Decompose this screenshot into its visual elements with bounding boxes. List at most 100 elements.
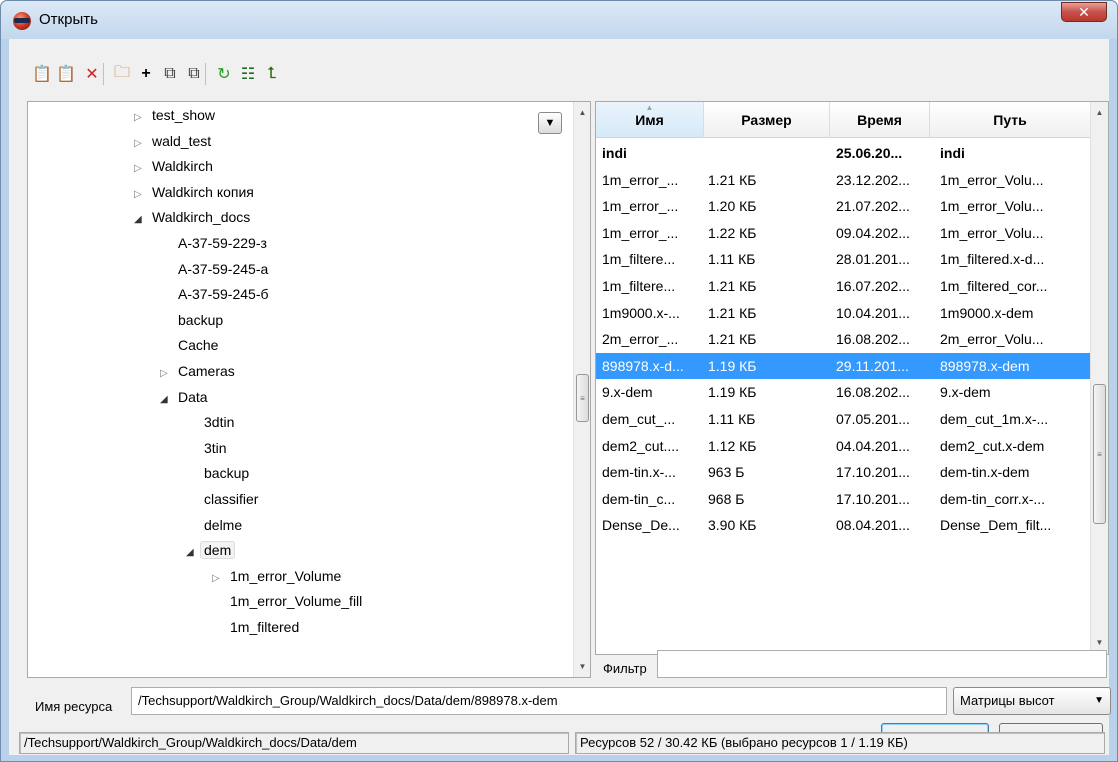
collapsed-arrow-icon[interactable]: ▷ bbox=[134, 107, 148, 129]
collapsed-arrow-icon[interactable]: ▷ bbox=[212, 568, 226, 590]
tree-item[interactable]: 1m_error_Volume_fill bbox=[212, 590, 366, 612]
table-row[interactable]: dem-tin.x-... 963 Б 17.10.201... dem-tin.x-… bbox=[596, 459, 1090, 485]
tree-item[interactable]: 3tin bbox=[186, 437, 231, 459]
scroll-up-icon[interactable]: ▲ bbox=[1091, 104, 1108, 121]
up-folder-button[interactable]: ⮤ bbox=[261, 63, 283, 85]
cell-time: 16.08.202... bbox=[836, 331, 910, 348]
copy-path-button[interactable]: ⧉ bbox=[183, 63, 205, 85]
new-folder-button[interactable]: 🗀 bbox=[111, 63, 133, 85]
table-row[interactable]: 1m_filtere... 1.21 КБ 16.07.202... 1m_filte… bbox=[596, 273, 1090, 299]
table-row[interactable]: 1m_filtere... 1.11 КБ 28.01.201... 1m_filte… bbox=[596, 246, 1090, 272]
table-row[interactable]: indi 25.06.20... indi bbox=[596, 140, 1090, 166]
scroll-down-icon[interactable]: ▼ bbox=[574, 658, 590, 675]
tree-item[interactable]: ◢ Waldkirch_docs bbox=[134, 206, 254, 228]
tree-item[interactable]: classifier bbox=[186, 488, 262, 510]
cell-name: dem2_cut.... bbox=[602, 437, 680, 454]
table-row[interactable]: Dense_De... 3.90 КБ 08.04.201... Dense_Dem_… bbox=[596, 512, 1090, 538]
table-row[interactable]: dem-tin_c... 968 Б 17.10.201... dem-tin_cor… bbox=[596, 486, 1090, 512]
tree-item[interactable]: backup bbox=[160, 309, 227, 331]
cell-size: 963 Б bbox=[708, 464, 745, 481]
tree-scrollbar[interactable]: ▲ ≡ ▼ bbox=[573, 102, 590, 677]
table-scrollbar[interactable]: ▲ ≡ ▼ bbox=[1090, 102, 1108, 654]
collapsed-arrow-icon[interactable]: ▷ bbox=[134, 184, 148, 206]
paste-special-button[interactable]: 📋 bbox=[55, 63, 77, 85]
close-button[interactable]: ✕ bbox=[1061, 2, 1107, 22]
cell-size: 1.21 КБ bbox=[708, 304, 757, 321]
collapsed-arrow-icon[interactable]: ▷ bbox=[134, 133, 148, 155]
status-bar: /Techsupport/Waldkirch_Group/Waldkirch_d… bbox=[9, 728, 1109, 756]
delete-button[interactable]: ✕ bbox=[81, 63, 103, 85]
tree-item[interactable]: Cache bbox=[160, 334, 222, 356]
cell-time: 10.04.201... bbox=[836, 304, 910, 321]
cell-time: 08.04.201... bbox=[836, 517, 910, 534]
tree-scroll-thumb[interactable]: ≡ bbox=[576, 374, 589, 422]
paste-button[interactable]: 📋 bbox=[31, 63, 53, 85]
cell-size: 1.22 КБ bbox=[708, 224, 757, 241]
cell-size: 968 Б bbox=[708, 490, 745, 507]
up-folder-icon: ⮤ bbox=[267, 65, 277, 82]
copy-button[interactable]: ⧉ bbox=[159, 63, 181, 85]
tree-item-label: backup bbox=[204, 465, 250, 482]
tree-item[interactable]: 3dtin bbox=[186, 411, 238, 433]
table-row[interactable]: 1m_error_... 1.22 КБ 09.04.202... 1m_error_… bbox=[596, 220, 1090, 246]
expanded-arrow-icon[interactable]: ◢ bbox=[160, 389, 174, 411]
cell-name: Dense_De... bbox=[602, 517, 680, 534]
column-header-path[interactable]: Путь bbox=[930, 102, 1090, 138]
tree-item-label: Cameras bbox=[178, 363, 235, 379]
tree-item-label: Waldkirch_docs bbox=[152, 209, 251, 226]
tree-item[interactable]: A-37-59-245-а bbox=[160, 258, 272, 280]
column-header-size[interactable]: Размер bbox=[704, 102, 830, 138]
tree-item[interactable]: ◢ Data bbox=[160, 386, 212, 408]
tree-item[interactable]: ▷ Waldkirch копия bbox=[134, 181, 258, 203]
folder-tree[interactable]: ▷ test_show ▷ wald_test ▷ Waldkirch ▷ Waldkirch… bbox=[27, 101, 591, 678]
cell-name: dem-tin.x-... bbox=[602, 464, 676, 481]
tree-item[interactable]: A-37-59-229-з bbox=[160, 232, 271, 254]
cell-path: 1m_error_Volu... bbox=[940, 224, 1044, 241]
tree-item[interactable]: A-37-59-245-б bbox=[160, 283, 273, 305]
table-scroll-thumb[interactable]: ≡ bbox=[1093, 384, 1106, 524]
tree-item[interactable]: ▷ test_show bbox=[134, 104, 219, 126]
resource-name-input[interactable]: /Techsupport/Waldkirch_Group/Waldkirch_d… bbox=[131, 687, 947, 715]
add-button[interactable]: + bbox=[135, 63, 157, 85]
tree-view-button[interactable]: ☷ bbox=[237, 63, 259, 85]
table-row[interactable]: dem2_cut.... 1.12 КБ 04.04.201... dem2_cut.… bbox=[596, 433, 1090, 459]
column-header-label: Размер bbox=[741, 111, 792, 128]
scroll-up-icon[interactable]: ▲ bbox=[574, 104, 590, 121]
tree-item[interactable]: ▷ Waldkirch bbox=[134, 155, 217, 177]
title-bar[interactable]: Открыть ✕ bbox=[1, 1, 1117, 39]
table-row[interactable]: 2m_error_... 1.21 КБ 16.08.202... 2m_error_… bbox=[596, 326, 1090, 352]
file-table[interactable]: ▲ Имя Размер Время Путь indi 25.06.20... i… bbox=[595, 101, 1109, 655]
tree-item[interactable]: ▷ Cameras bbox=[160, 360, 239, 382]
column-header-name[interactable]: ▲ Имя bbox=[596, 102, 704, 138]
table-row[interactable]: 898978.x-d... 1.19 КБ 29.11.201... 898978.x… bbox=[596, 352, 1090, 379]
refresh-button[interactable]: ↻ bbox=[213, 63, 235, 85]
table-row[interactable]: 1m9000.x-... 1.21 КБ 10.04.201... 1m9000.x-… bbox=[596, 300, 1090, 326]
expanded-arrow-icon[interactable]: ◢ bbox=[186, 542, 200, 564]
table-row[interactable]: dem_cut_... 1.11 КБ 07.05.201... dem_cut_1m… bbox=[596, 406, 1090, 432]
tree-item[interactable]: backup bbox=[186, 462, 253, 484]
tree-item-label: A-37-59-229-з bbox=[178, 235, 267, 251]
tree-item[interactable]: delme bbox=[186, 514, 246, 536]
expanded-arrow-icon[interactable]: ◢ bbox=[134, 209, 148, 231]
tree-item[interactable]: ▷ wald_test bbox=[134, 130, 215, 152]
cell-size: 1.19 КБ bbox=[708, 384, 757, 401]
table-row[interactable]: 1m_error_... 1.20 КБ 21.07.202... 1m_error_… bbox=[596, 193, 1090, 219]
scroll-down-icon[interactable]: ▼ bbox=[1091, 634, 1108, 651]
toolbar-separator bbox=[103, 63, 104, 85]
tree-view-icon: ☷ bbox=[240, 66, 256, 83]
column-header-time[interactable]: Время bbox=[830, 102, 930, 138]
collapsed-arrow-icon[interactable]: ▷ bbox=[134, 158, 148, 180]
tree-menu-button[interactable]: ▼ bbox=[538, 112, 562, 134]
filter-input[interactable] bbox=[657, 650, 1107, 678]
cell-name: dem_cut_... bbox=[602, 411, 676, 427]
open-dialog-window: Открыть ✕ 📋 📋 ✕ 🗀 + ⧉ ⧉ ↻ ☷ ⮤ ▷ test_show ▷ wald_tes… bbox=[0, 0, 1118, 762]
paste-icon: 📋 bbox=[32, 66, 52, 83]
table-row[interactable]: 1m_error_... 1.21 КБ 23.12.202... 1m_error_… bbox=[596, 167, 1090, 193]
table-row[interactable]: 9.x-dem 1.19 КБ 16.08.202... 9.x-dem bbox=[596, 379, 1090, 405]
collapsed-arrow-icon[interactable]: ▷ bbox=[160, 363, 174, 385]
resource-type-select[interactable]: Матрицы высот ▼ bbox=[953, 687, 1111, 715]
tree-item[interactable]: ▷ 1m_error_Volume bbox=[212, 565, 345, 587]
cell-name: 2m_error_... bbox=[602, 331, 679, 348]
tree-item[interactable]: ◢ dem bbox=[186, 539, 236, 564]
tree-item[interactable]: 1m_filtered bbox=[212, 616, 303, 638]
